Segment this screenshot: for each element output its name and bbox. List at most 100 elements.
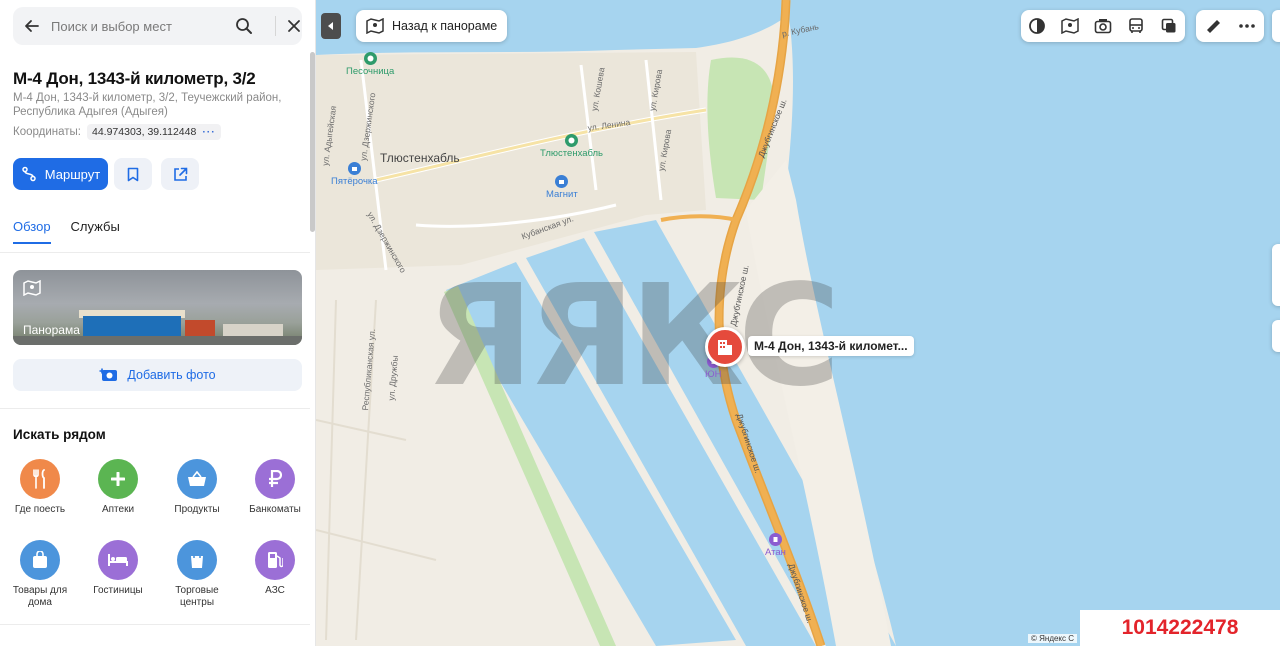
category-hotels[interactable]: Гостиницы: [80, 540, 156, 597]
poi-label: Песочница: [346, 66, 395, 77]
basket-icon: [555, 175, 569, 188]
back-arrow-icon[interactable]: [13, 7, 51, 45]
share-icon: [173, 167, 187, 181]
basket-icon: [347, 162, 361, 175]
category-label: АЗС: [265, 585, 285, 596]
poi-atan[interactable]: Атан: [765, 533, 786, 558]
section-divider: [0, 408, 310, 409]
panorama-icon: [23, 279, 41, 301]
share-button[interactable]: [161, 158, 199, 190]
place-address: М-4 Дон, 1343-й километр, 3/2, Теучежски…: [13, 92, 282, 118]
category-label: Банкоматы: [249, 504, 301, 515]
sidebar-scrollbar[interactable]: [310, 52, 315, 232]
coordinates-chip[interactable]: 44.974303, 39.112448 ···: [86, 124, 221, 140]
category-label: Аптеки: [101, 504, 135, 515]
category-groceries[interactable]: Продукты: [159, 459, 235, 516]
category-label: Товары для дома: [12, 585, 68, 608]
listing-id: 1014222478: [1080, 610, 1280, 646]
category-home-goods[interactable]: Товары для дома: [2, 540, 78, 609]
panorama-icon: [366, 18, 384, 34]
poi-label: Тлюстенхабль: [540, 148, 604, 159]
poi-tlyustenkhabl[interactable]: Тлюстенхабль: [540, 134, 603, 159]
route-icon: [22, 166, 36, 182]
marker-label[interactable]: М-4 Дон, 1343-й километ...: [748, 336, 914, 356]
chevron-left-icon: [328, 22, 333, 30]
category-fuel[interactable]: АЗС: [237, 540, 313, 597]
tabs-bar: Обзор Службы: [13, 219, 120, 244]
add-photo-button[interactable]: Добавить фото: [13, 359, 302, 391]
panorama-label: Панорама: [23, 323, 80, 337]
camera-add-icon: [99, 368, 118, 381]
bookmark-icon: [127, 167, 139, 181]
panorama-layer-icon[interactable]: [1054, 10, 1087, 42]
layers-icon[interactable]: [1152, 10, 1185, 42]
tab-overview[interactable]: Обзор: [13, 219, 51, 244]
place-title: М-4 Дон, 1343-й километр, 3/2: [13, 69, 256, 88]
category-malls[interactable]: Торговые центры: [159, 540, 235, 609]
ruble-icon: [255, 459, 295, 499]
sidebar-panel: М-4 Дон, 1343-й километр, 3/2 М-4 Дон, 1…: [0, 0, 316, 646]
coordinates-value: 44.974303, 39.112448: [91, 126, 197, 138]
poi-label: ЮН: [705, 369, 722, 380]
category-label: Где поесть: [14, 504, 66, 515]
place-marker[interactable]: [705, 327, 745, 367]
poi-magnit[interactable]: Магнит: [546, 175, 578, 200]
map-mode-icon[interactable]: [1021, 10, 1054, 42]
search-icon[interactable]: [233, 15, 255, 37]
panorama-preview[interactable]: Панорама: [13, 270, 302, 345]
bookmark-button[interactable]: [114, 158, 152, 190]
panorama-road: [13, 336, 302, 345]
poi-pesochnitsa[interactable]: Песочница: [346, 52, 394, 77]
poi-pyaterochka[interactable]: Пятёрочка: [331, 162, 378, 187]
panorama-building: [223, 324, 283, 336]
poi-icon: [565, 134, 578, 147]
poi-label: Пятёрочка: [331, 176, 378, 187]
fuel-icon: [255, 540, 295, 580]
fuel-icon: [768, 533, 782, 546]
search-divider: [275, 16, 276, 36]
map-tools-toolbar: [1196, 10, 1264, 42]
route-button-label: Маршрут: [44, 166, 101, 182]
add-photo-label: Добавить фото: [127, 368, 216, 382]
category-pharmacy[interactable]: Аптеки: [80, 459, 156, 516]
category-atm[interactable]: Банкоматы: [237, 459, 313, 516]
bag-icon: [20, 540, 60, 580]
profile-button-edge[interactable]: [1272, 10, 1280, 42]
poi-label: Атан: [765, 547, 786, 558]
category-label: Торговые центры: [175, 585, 219, 608]
back-to-panorama-button[interactable]: Назад к панораме: [356, 10, 508, 42]
nearby-title: Искать рядом: [13, 427, 106, 442]
coordinates-label: Координаты:: [13, 126, 81, 138]
collapse-sidebar-button[interactable]: [321, 13, 341, 39]
map-view[interactable]: ЯЯКС Тлюстенхабль р. Кубань ул. Ленина у…: [316, 0, 1280, 646]
town-label: Тлюстенхабль: [380, 151, 460, 165]
category-food[interactable]: Где поесть: [2, 459, 78, 516]
tab-services[interactable]: Службы: [71, 219, 120, 244]
shopping-bag-icon: [177, 540, 217, 580]
zoom-controls-edge[interactable]: [1272, 244, 1280, 306]
panorama-building: [83, 316, 181, 338]
category-label: Гостиницы: [93, 585, 143, 596]
category-label: Продукты: [174, 504, 220, 515]
section-divider: [0, 624, 310, 625]
basket-icon: [177, 459, 217, 499]
transit-layer-icon[interactable]: [1119, 10, 1152, 42]
bed-icon: [98, 540, 138, 580]
tabs-divider: [0, 252, 310, 253]
copyright: © Яндекс С: [1028, 634, 1078, 643]
map-layers-toolbar: [1021, 10, 1185, 42]
search-input[interactable]: [51, 18, 231, 34]
photo-layer-icon[interactable]: [1087, 10, 1120, 42]
plus-icon: [98, 459, 138, 499]
ruler-icon[interactable]: [1196, 10, 1230, 42]
locate-button-edge[interactable]: [1272, 320, 1280, 352]
route-button[interactable]: Маршрут: [13, 158, 108, 190]
coordinates-row: Координаты: 44.974303, 39.112448 ···: [13, 124, 221, 140]
more-icon[interactable]: ···: [202, 126, 216, 138]
fork-knife-icon: [20, 459, 60, 499]
poi-label: Магнит: [546, 189, 578, 200]
search-bar[interactable]: [13, 7, 302, 45]
close-icon[interactable]: [283, 15, 305, 37]
building-icon: [718, 340, 732, 355]
more-icon[interactable]: [1230, 10, 1264, 42]
